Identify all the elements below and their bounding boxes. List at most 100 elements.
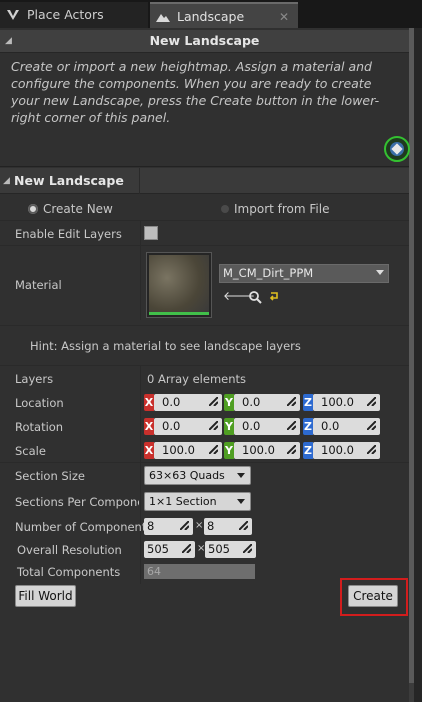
place-actors-icon [7,10,19,20]
rotation-z-field[interactable]: 0.0 [313,418,380,435]
location-z-field[interactable]: 100.0 [313,394,380,411]
drag-handle-icon[interactable] [209,445,218,454]
material-label: Material [15,278,62,292]
scale-z-field[interactable]: 100.0 [313,442,380,459]
sections-per-component-dropdown[interactable]: 1×1 Section [144,492,251,511]
resolution-x-value: 505 [147,542,169,556]
scale-z-value: 100.0 [321,443,354,457]
rotation-x-value: 0.0 [162,419,181,433]
landscape-icon [156,14,170,22]
tab-landscape[interactable]: Landscape ✕ [150,2,298,28]
scale-x-field[interactable]: 100.0 [154,442,222,459]
rotation-x-field[interactable]: 0.0 [154,418,222,435]
reset-arrow-icon[interactable] [268,290,280,302]
create-button[interactable]: Create [348,585,398,607]
tab-place-actors[interactable]: Place Actors [0,2,148,28]
scale-label: Scale [15,444,46,458]
location-y-field[interactable]: 0.0 [234,394,300,411]
scale-x-value: 100.0 [162,443,195,457]
location-y-value: 0.0 [242,395,261,409]
drag-handle-icon[interactable] [367,421,376,430]
drag-handle-icon[interactable] [239,521,248,530]
rotation-z-axis-label: Z [303,418,313,435]
create-new-label[interactable]: Create New [43,202,113,216]
drag-handle-icon[interactable] [287,445,296,454]
material-hint-text: Hint: Assign a material to see landscape… [30,339,301,353]
use-selected-arrow-icon[interactable]: 🡐 [223,289,255,303]
location-z-axis-label: Z [303,394,313,411]
rotation-label: Rotation [15,420,64,434]
description-text: Create or import a new heightmap. Assign… [11,59,380,125]
drag-handle-icon[interactable] [180,521,189,530]
location-x-field[interactable]: 0.0 [154,394,222,411]
scale-y-axis-label: Y [224,442,234,459]
location-x-value: 0.0 [162,395,181,409]
drag-handle-icon[interactable] [209,397,218,406]
tab-landscape-label: Landscape [177,9,245,24]
components-y-field[interactable]: 8 [204,518,252,535]
number-of-components-label: Number of Components [15,520,153,534]
resolution-y-value: 505 [208,542,230,556]
divider [0,166,409,167]
rotation-z-value: 0.0 [321,419,340,433]
fill-world-button[interactable]: Fill World [15,585,76,607]
import-from-file-radio[interactable] [221,205,229,213]
rotation-x-axis-label: X [144,418,154,435]
material-preview-image [149,255,209,312]
enable-edit-layers-label: Enable Edit Layers [15,227,122,241]
section-size-dropdown[interactable]: 63×63 Quads [144,466,251,485]
components-y-value: 8 [207,519,215,533]
drag-handle-icon[interactable] [367,397,376,406]
drag-handle-icon[interactable] [287,397,296,406]
new-landscape-header: ◢ New Landscape [0,30,409,53]
section-size-value: 63×63 Quads [149,469,225,482]
scrollbar-thumb[interactable] [409,28,414,683]
expand-arrow-icon[interactable]: ◢ [3,168,10,194]
help-icon[interactable] [384,136,410,162]
section-title: New Landscape [14,173,124,188]
rotation-y-axis-label: Y [224,418,234,435]
times-symbol: × [195,520,204,531]
rotation-y-field[interactable]: 0.0 [234,418,300,435]
scale-y-field[interactable]: 100.0 [234,442,300,459]
location-x-axis-label: X [144,394,154,411]
total-components-label: Total Components [17,565,121,579]
scale-z-axis-label: Z [303,442,313,459]
tab-place-actors-label: Place Actors [27,7,104,22]
material-dropdown[interactable]: M_CM_Dirt_PPM [219,264,389,283]
layers-value: 0 Array elements [147,372,247,386]
enable-edit-layers-checkbox[interactable] [144,226,158,240]
collapse-arrow-icon[interactable]: ◢ [5,30,12,52]
new-landscape-section-header[interactable]: ◢ New Landscape [0,168,409,194]
rotation-y-value: 0.0 [242,419,261,433]
dropdown-arrow-icon [237,499,245,504]
sections-per-component-label: Sections Per Component [15,495,139,509]
resolution-y-field[interactable]: 505 [205,541,256,558]
browse-search-icon[interactable] [248,290,262,304]
import-from-file-label[interactable]: Import from File [234,202,329,216]
drag-handle-icon[interactable] [209,421,218,430]
sections-per-component-value: 1×1 Section [149,495,217,508]
scale-y-value: 100.0 [242,443,275,457]
material-value: M_CM_Dirt_PPM [223,266,314,280]
create-new-radio[interactable] [28,204,38,214]
dropdown-arrow-icon [237,473,245,478]
drag-handle-icon[interactable] [243,544,252,553]
new-landscape-title: New Landscape [149,33,260,48]
panel-edge [414,28,422,702]
drag-handle-icon[interactable] [367,445,376,454]
section-size-label: Section Size [15,469,85,483]
location-label: Location [15,396,64,410]
drag-handle-icon[interactable] [182,544,191,553]
location-z-value: 100.0 [321,395,354,409]
components-x-value: 8 [147,519,155,533]
total-components-value: 64 [144,564,255,579]
drag-handle-icon[interactable] [287,421,296,430]
scale-x-axis-label: X [144,442,154,459]
overall-resolution-label: Overall Resolution [17,543,122,557]
dropdown-arrow-icon [376,270,384,275]
close-tab-icon[interactable]: ✕ [279,4,289,30]
components-x-field[interactable]: 8 [144,518,193,535]
resolution-x-field[interactable]: 505 [144,541,195,558]
layers-label: Layers [15,372,54,386]
